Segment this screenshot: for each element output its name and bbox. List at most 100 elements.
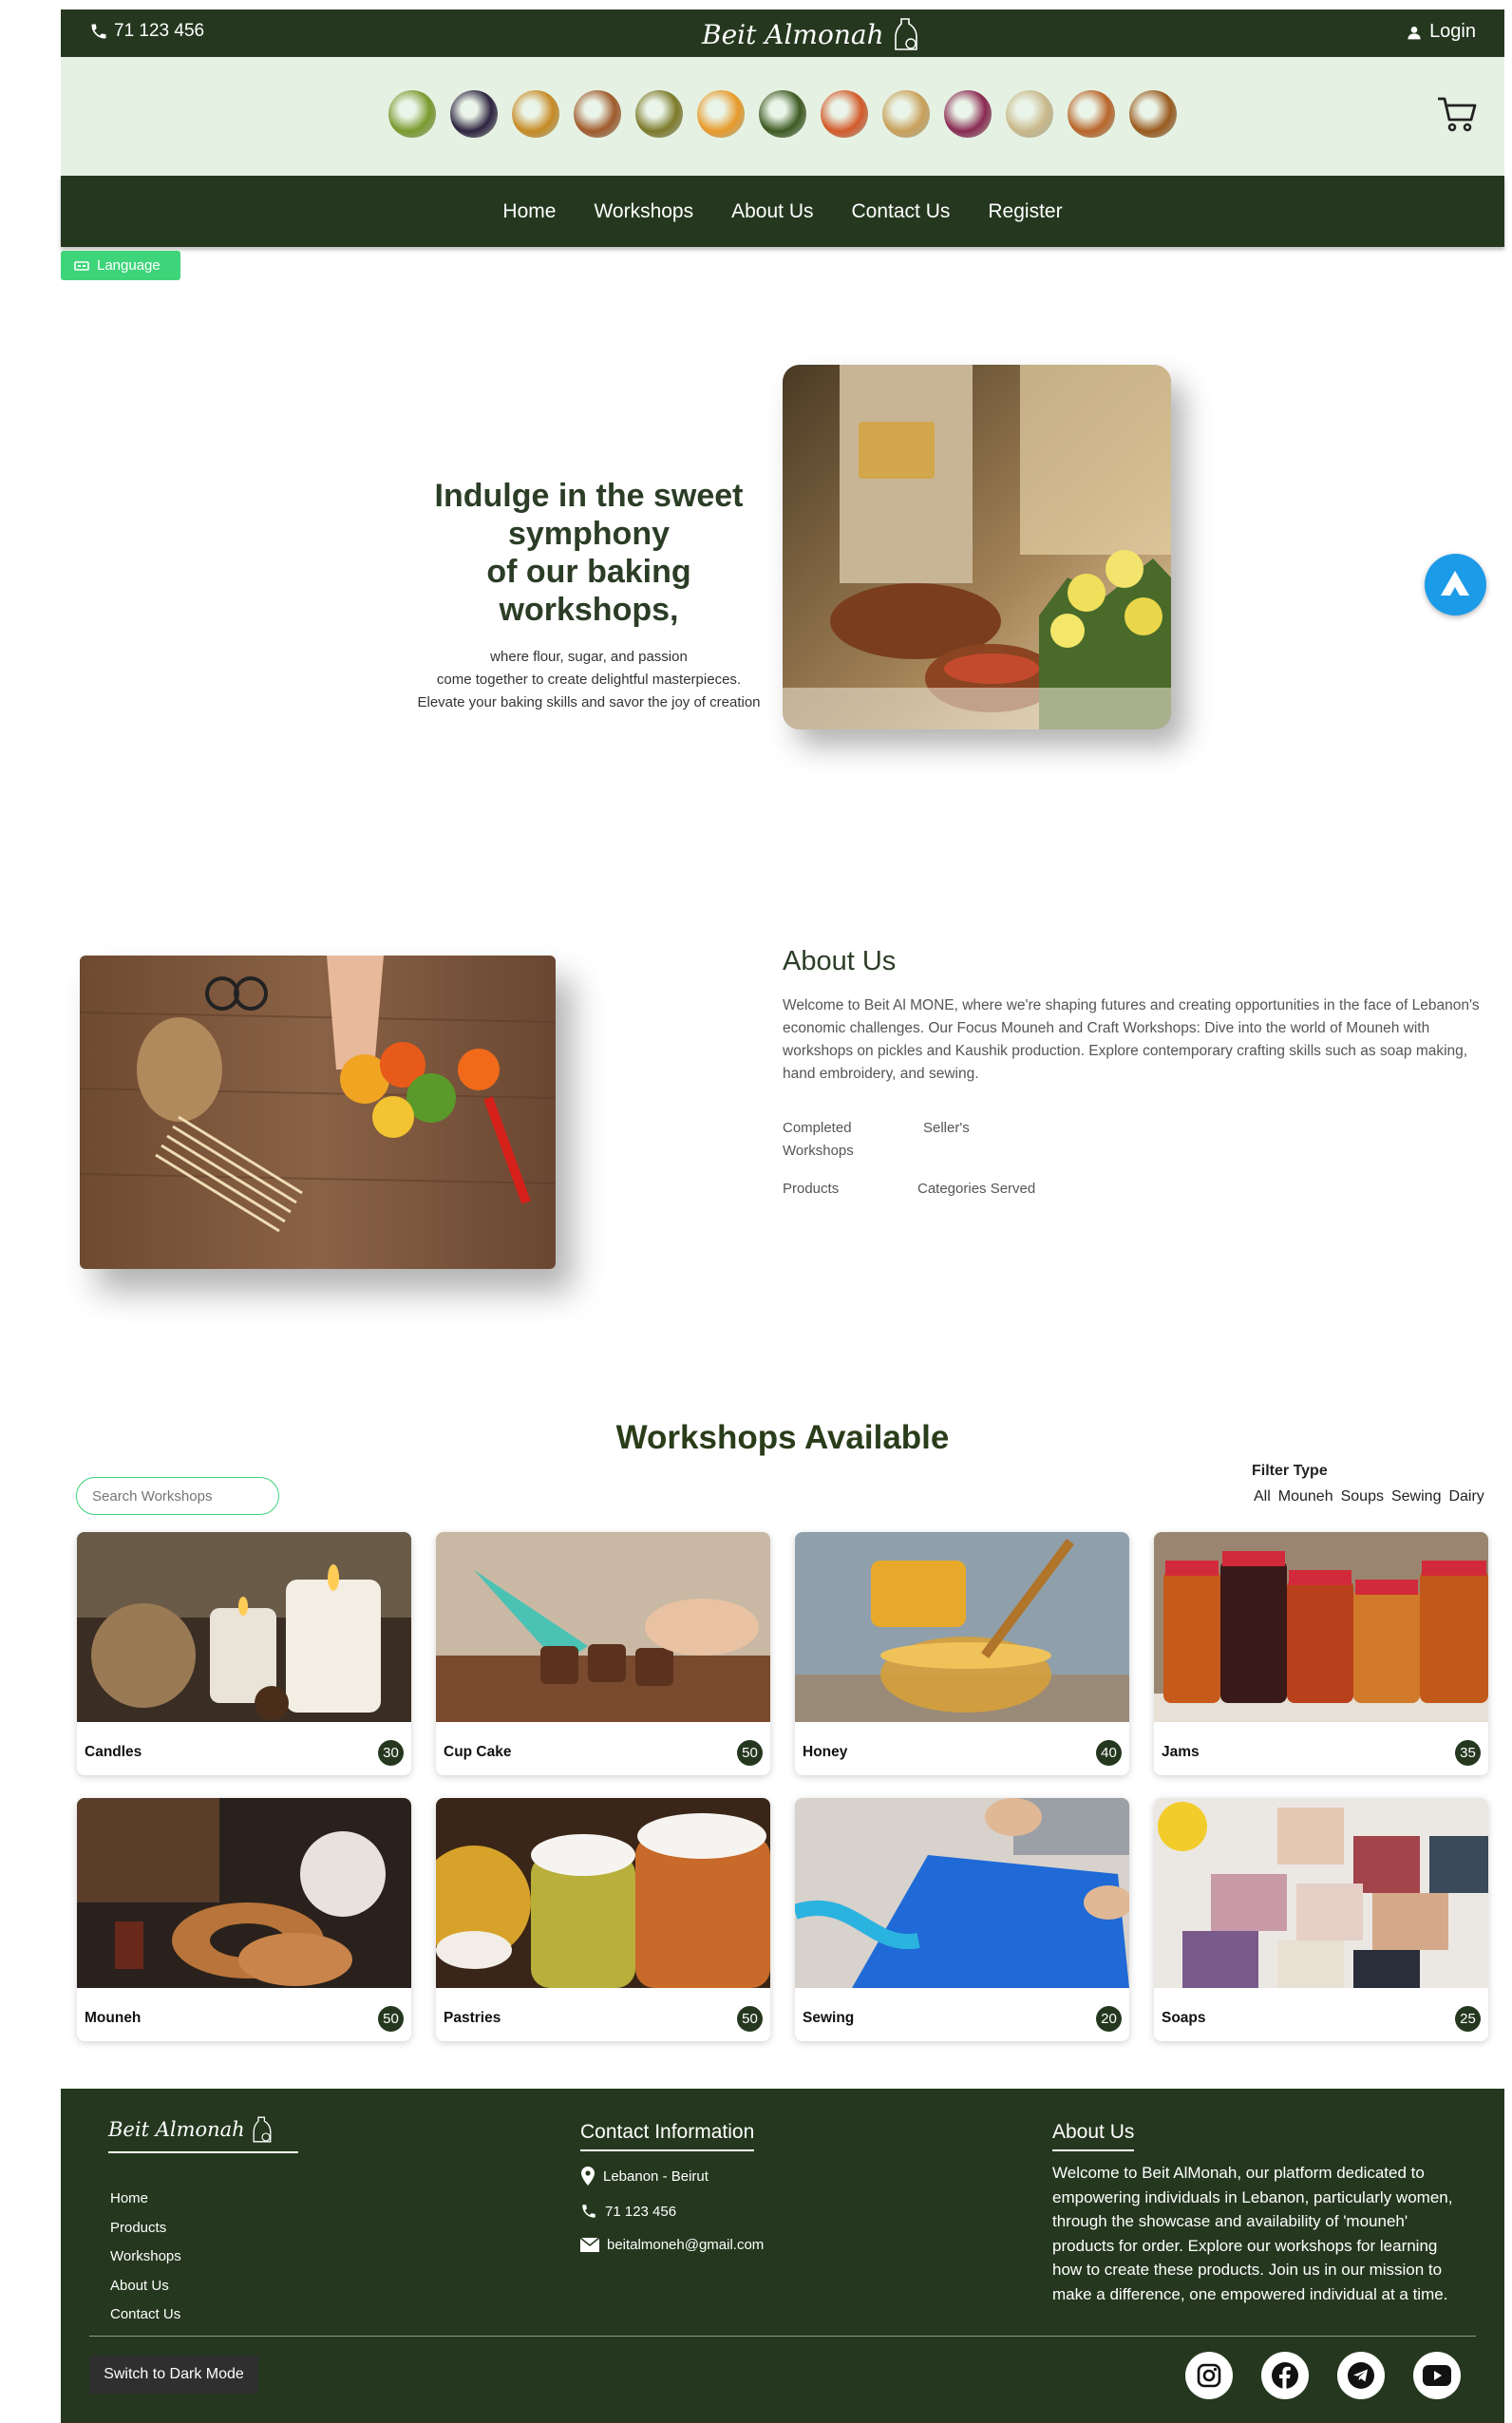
workshop-card-cup-cake[interactable]: Cup Cake 50	[436, 1532, 770, 1775]
workshop-card-candles[interactable]: Candles 30	[77, 1532, 411, 1775]
nav-home[interactable]: Home	[502, 200, 556, 223]
footer-links: Home Products Workshops About Us Contact…	[110, 2185, 181, 2330]
filter-dairy[interactable]: Dairy	[1448, 1488, 1484, 1505]
grapes-icon[interactable]	[388, 90, 436, 138]
contact-location: Lebanon - Beirut	[580, 2167, 764, 2186]
footer-link-workshops[interactable]: Workshops	[110, 2243, 181, 2272]
about-title: About Us	[783, 946, 897, 976]
workshop-card-sewing[interactable]: Sewing 20	[795, 1798, 1129, 2041]
footer-logo[interactable]: Beit Almonah	[108, 2113, 298, 2153]
workshop-name: Soaps	[1162, 2010, 1206, 2026]
workshop-count-badge: 50	[378, 2006, 404, 2032]
language-icon	[74, 260, 89, 271]
contact-info-section: Contact Information Lebanon - Beirut 71 …	[580, 2121, 764, 2253]
jam-jar-icon[interactable]	[944, 90, 992, 138]
contact-email-text: beitalmoneh@gmail.com	[607, 2237, 765, 2253]
footer-link-contact-us[interactable]: Contact Us	[110, 2300, 181, 2330]
workshop-name: Jams	[1162, 1744, 1200, 1760]
hero-subtitle-line: Elevate your baking skills and savor the…	[417, 694, 761, 710]
filter-all[interactable]: All	[1254, 1488, 1271, 1505]
category-bar	[61, 57, 1504, 176]
nav-contact-us[interactable]: Contact Us	[852, 200, 951, 223]
nav-workshops[interactable]: Workshops	[594, 200, 693, 223]
filter-soups[interactable]: Soups	[1341, 1488, 1384, 1505]
hero-title-line: of our baking	[486, 554, 691, 590]
honeycomb-icon[interactable]	[697, 90, 745, 138]
workshop-search-input[interactable]	[76, 1477, 279, 1515]
workshop-count-badge: 30	[378, 1740, 404, 1766]
dip-plate-icon[interactable]	[882, 90, 930, 138]
workshop-card-jams[interactable]: Jams 35	[1154, 1532, 1488, 1775]
header-phone[interactable]: 71 123 456	[89, 21, 204, 42]
language-button[interactable]: Language	[61, 251, 180, 280]
thread-spools-icon[interactable]	[1068, 90, 1115, 138]
workshop-count-badge: 40	[1096, 1740, 1122, 1766]
workshop-image-candles	[77, 1532, 411, 1722]
login-label: Login	[1429, 21, 1476, 42]
youtube-icon[interactable]	[1413, 2352, 1461, 2399]
app-logo-icon	[1441, 571, 1469, 596]
user-icon	[1408, 26, 1421, 39]
floating-app-button[interactable]	[1425, 554, 1486, 615]
cart-icon[interactable]	[1436, 95, 1478, 138]
site-logo[interactable]: Beit Almonah	[702, 15, 920, 53]
workshop-count-badge: 25	[1455, 2006, 1481, 2032]
nav-about-us[interactable]: About Us	[731, 200, 813, 223]
workshop-image-mouneh	[77, 1798, 411, 1988]
contact-phone-text: 71 123 456	[605, 2203, 677, 2220]
workshop-count-badge: 50	[737, 2006, 763, 2032]
stuffed-leaves-icon[interactable]	[759, 90, 806, 138]
facebook-icon[interactable]	[1261, 2352, 1309, 2399]
footer-about-title: About Us	[1052, 2121, 1135, 2151]
workshop-name: Cup Cake	[444, 1744, 512, 1760]
cinnamon-icon[interactable]	[574, 90, 621, 138]
envelope-icon	[580, 2238, 599, 2252]
dark-mode-toggle[interactable]: Switch to Dark Mode	[89, 2356, 258, 2394]
bread-icon[interactable]	[1006, 90, 1053, 138]
stat-label: Completed	[783, 1120, 852, 1136]
main-nav: Home Workshops About Us Contact Us Regis…	[61, 176, 1504, 247]
berries-icon[interactable]	[450, 90, 498, 138]
stat-sellers: Seller's	[923, 1120, 970, 1136]
contact-email[interactable]: beitalmoneh@gmail.com	[580, 2237, 764, 2253]
filter-sewing[interactable]: Sewing	[1391, 1488, 1441, 1505]
hero-subtitle: where flour, sugar, and passion come tog…	[389, 646, 788, 714]
about-image	[80, 956, 556, 1269]
filter-type-label: Filter Type	[1252, 1463, 1328, 1479]
workshop-image-soaps	[1154, 1798, 1488, 1988]
instagram-icon[interactable]	[1185, 2352, 1233, 2399]
workshop-name: Pastries	[444, 2010, 501, 2026]
workshop-name: Candles	[85, 1744, 142, 1760]
footer-about-section: About Us Welcome to Beit AlMonah, our pl…	[1052, 2121, 1465, 2306]
footer-link-home[interactable]: Home	[110, 2185, 181, 2214]
workshop-image-honey	[795, 1532, 1129, 1722]
workshop-image-sewing	[795, 1798, 1129, 1988]
language-label: Language	[97, 257, 161, 274]
about-text: Welcome to Beit Al MONE, where we're sha…	[783, 997, 1480, 1082]
logo-jar-icon	[894, 18, 917, 50]
footer-link-products[interactable]: Products	[110, 2214, 181, 2243]
workshop-card-pastries[interactable]: Pastries 50	[436, 1798, 770, 2041]
workshop-card-mouneh[interactable]: Mouneh 50	[77, 1798, 411, 2041]
workshop-image-cup-cake	[436, 1532, 770, 1722]
stat-label: Workshops	[783, 1143, 854, 1159]
filter-mouneh[interactable]: Mouneh	[1278, 1488, 1333, 1505]
contact-phone[interactable]: 71 123 456	[580, 2203, 764, 2220]
workshop-card-soaps[interactable]: Soaps 25	[1154, 1798, 1488, 2041]
contact-location-text: Lebanon - Beirut	[603, 2167, 709, 2185]
telegram-icon[interactable]	[1337, 2352, 1385, 2399]
login-button[interactable]: Login	[1407, 21, 1476, 43]
falafel-icon[interactable]	[1129, 90, 1177, 138]
location-pin-icon	[581, 2167, 595, 2186]
workshop-card-honey[interactable]: Honey 40	[795, 1532, 1129, 1775]
footer-about-text: Welcome to Beit AlMonah, our platform de…	[1052, 2164, 1453, 2303]
footer-divider	[89, 2336, 1476, 2337]
olive-oil-icon[interactable]	[635, 90, 683, 138]
soup-bowl-icon[interactable]	[512, 90, 559, 138]
workshop-name: Honey	[803, 1744, 848, 1760]
footer-link-about-us[interactable]: About Us	[110, 2272, 181, 2301]
nav-register[interactable]: Register	[988, 200, 1062, 223]
workshop-image-pastries	[436, 1798, 770, 1988]
footer: Beit Almonah Home Products Workshops Abo…	[61, 2089, 1504, 2423]
salad-icon[interactable]	[821, 90, 868, 138]
